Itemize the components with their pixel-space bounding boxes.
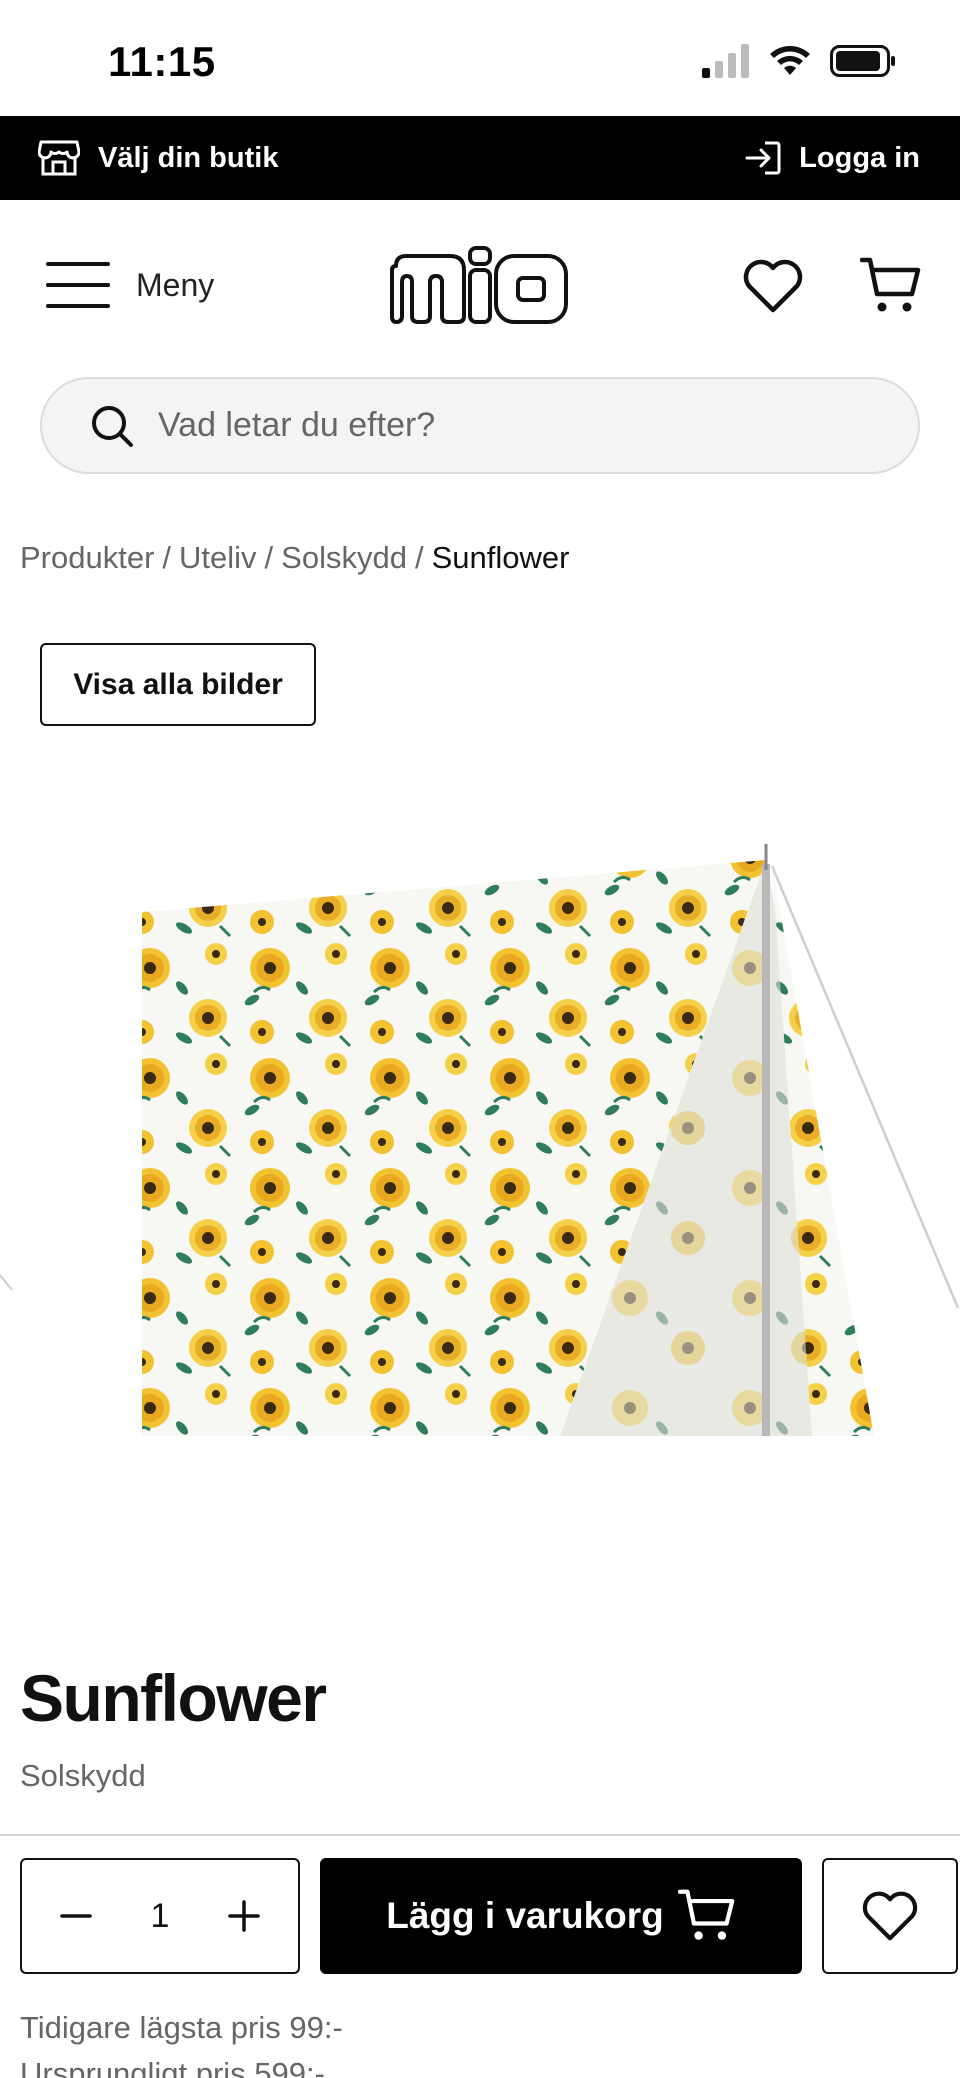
choose-store-label: Välj din butik	[98, 141, 279, 174]
original-price: Ursprungligt pris 599:-	[20, 2056, 325, 2078]
breadcrumb-separator: /	[162, 540, 172, 575]
breadcrumb-separator: /	[264, 540, 274, 575]
store-icon	[38, 140, 80, 176]
heart-icon[interactable]	[742, 258, 804, 314]
price-info: Tidigare lägsta pris 99:- Ursprungligt p…	[20, 2005, 343, 2078]
cart-icon[interactable]	[860, 256, 922, 316]
status-bar: 11:15	[0, 0, 960, 116]
wifi-icon	[770, 46, 810, 75]
add-to-wishlist-button[interactable]	[822, 1858, 958, 1974]
breadcrumb-item-solskydd[interactable]: Solskydd	[281, 540, 407, 576]
plus-icon	[228, 1900, 260, 1932]
product-image[interactable]	[0, 830, 960, 1440]
product-category: Solskydd	[20, 1758, 146, 1793]
status-time: 11:15	[108, 38, 216, 85]
battery-icon	[830, 45, 895, 77]
show-all-images-button[interactable]: Visa alla bilder	[40, 643, 316, 726]
quantity-value[interactable]: 1	[151, 1897, 170, 1936]
breadcrumb-item-produkter[interactable]: Produkter	[20, 540, 154, 576]
divider	[0, 1834, 960, 1836]
search-icon	[92, 405, 133, 447]
cellular-signal-icon	[702, 44, 749, 78]
search-bar[interactable]	[40, 377, 920, 474]
quantity-stepper: 1	[20, 1858, 300, 1974]
breadcrumb-item-uteliv[interactable]: Uteliv	[179, 540, 257, 576]
hamburger-icon	[46, 262, 110, 308]
previous-lowest-price: Tidigare lägsta pris 99:-	[20, 2010, 343, 2045]
top-bar: Välj din butik Logga in	[0, 116, 960, 200]
breadcrumb-current: Sunflower	[431, 540, 570, 575]
menu-label: Meny	[136, 266, 215, 303]
search-input[interactable]	[158, 406, 858, 445]
menu-button[interactable]: Meny	[46, 260, 214, 310]
breadcrumb: Produkter / Uteliv / Solskydd / Sunflowe…	[20, 540, 569, 576]
product-title: Sunflower	[20, 1661, 327, 1735]
header: Meny	[0, 200, 960, 376]
breadcrumb-separator: /	[414, 540, 424, 575]
login-label: Logga in	[799, 141, 920, 174]
login-arrow-icon	[745, 141, 781, 175]
decrease-quantity-button[interactable]	[56, 1896, 96, 1936]
add-to-cart-button[interactable]: Lägg i varukorg	[320, 1858, 802, 1974]
add-to-cart-label: Lägg i varukorg	[386, 1895, 664, 1936]
login-button[interactable]: Logga in	[745, 141, 920, 175]
choose-store-button[interactable]: Välj din butik	[38, 139, 278, 177]
cart-icon	[677, 1889, 735, 1940]
minus-icon	[60, 1914, 92, 1918]
status-icons	[702, 44, 896, 78]
mio-logo[interactable]	[390, 246, 568, 333]
heart-icon	[862, 1891, 918, 1941]
increase-quantity-button[interactable]	[224, 1896, 264, 1936]
